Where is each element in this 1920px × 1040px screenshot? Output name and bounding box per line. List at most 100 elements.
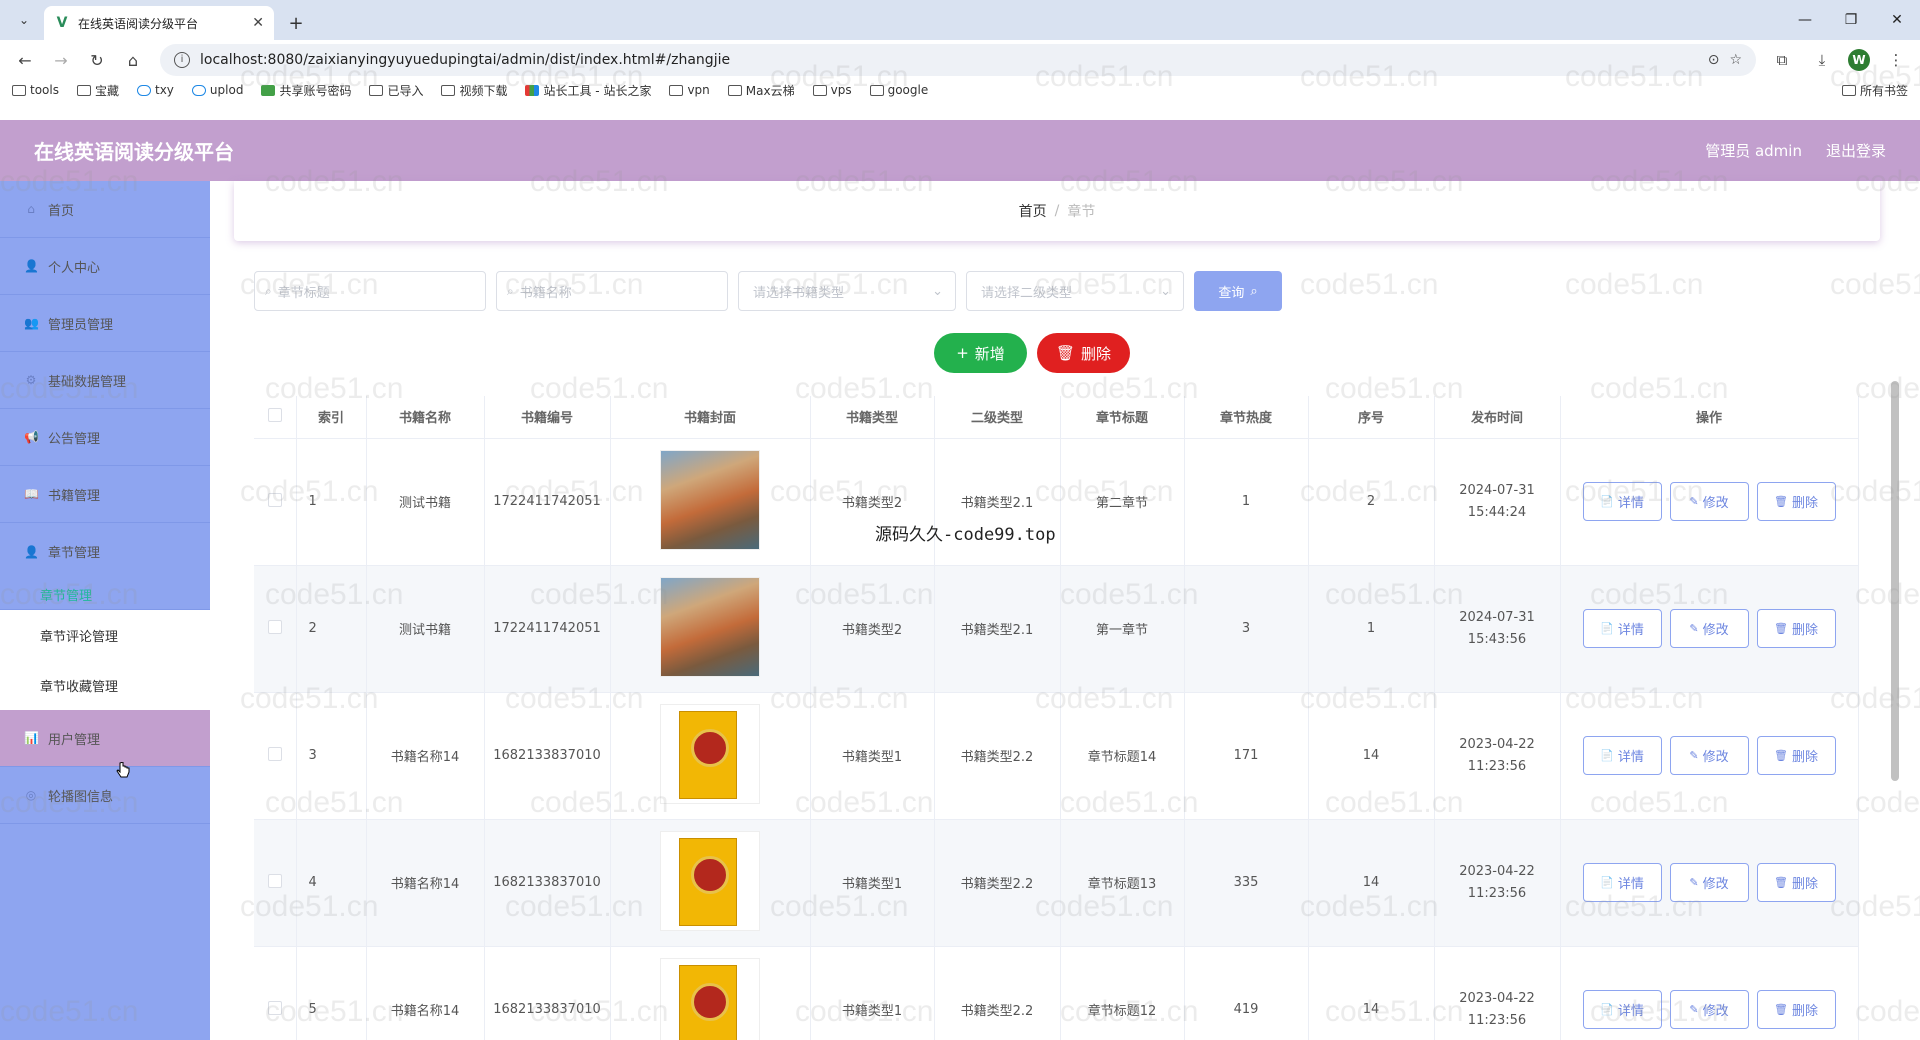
detail-button[interactable]: 📄 详情 [1582,863,1662,902]
book-name-search-input[interactable]: ⌕ 书籍名称 [496,271,728,311]
sidebar-subitem[interactable]: 章节评论管理 [0,610,210,660]
bookmark-item[interactable]: vpn [669,83,710,97]
table-row[interactable]: 4 书籍名称14 1682133837010 书籍类型1 书籍类型2.2 章节标题13 33… [254,819,1859,947]
bookmark-item[interactable]: 站长工具 - 站长之家 [525,82,651,99]
sidebar-item[interactable]: ⌂ 首页 [0,181,210,238]
book-type-select[interactable]: 请选择书籍类型 ⌄ [738,271,956,311]
screenshot-lens-icon[interactable]: ⊙ [1708,52,1720,68]
extensions-icon[interactable]: ⧉ [1768,46,1796,74]
edit-button[interactable]: ✎ 修改 [1669,736,1749,775]
back-icon[interactable]: ← [10,45,40,75]
bookmark-label: google [887,83,929,97]
sidebar-item[interactable]: 👤 个人中心 [0,238,210,295]
omnibox[interactable]: i localhost:8080/zaixianyingyuyuedupingt… [160,44,1756,76]
row-checkbox-cell[interactable] [254,946,297,1040]
close-window-icon[interactable]: ✕ [1874,0,1920,40]
minimize-icon[interactable]: — [1782,0,1828,40]
bookmark-item[interactable]: uplod [191,83,243,97]
cell-order: 2 [1308,438,1435,566]
edit-button[interactable]: ✎ 修改 [1669,482,1749,521]
home-icon[interactable]: ⌂ [118,45,148,75]
table-row[interactable]: 3 书籍名称14 1682133837010 书籍类型1 书籍类型2.2 章节标题14 17… [254,692,1859,820]
table-row[interactable]: 1 测试书籍 1722411742051 书籍类型2 书籍类型2.1 第二章节 1 2 2024… [254,438,1859,566]
url-text[interactable]: localhost:8080/zaixianyingyuyuedupingtai… [200,52,1698,68]
delete-button[interactable]: 🗑 删除 [1756,990,1836,1029]
detail-button[interactable]: 📄 详情 [1582,609,1662,648]
select-all-checkbox-cell[interactable] [254,396,297,439]
bookmark-star-icon[interactable]: ☆ [1729,52,1742,68]
delete-button[interactable]: 🗑 删除 [1756,482,1836,521]
edit-button[interactable]: ✎ 修改 [1669,990,1749,1029]
restore-icon[interactable]: ❐ [1828,0,1874,40]
row-checkbox[interactable] [267,1000,282,1015]
tab-search-dropdown-icon[interactable]: ⌄ [12,8,36,32]
row-checkbox-cell[interactable] [254,565,297,693]
delete-button[interactable]: 🗑 删除 [1756,863,1836,902]
detail-label: 详情 [1617,1004,1644,1019]
bookmark-item[interactable]: google [869,83,929,97]
edit-button[interactable]: ✎ 修改 [1669,863,1749,902]
edit-icon: ✎ [1689,622,1699,635]
row-checkbox[interactable] [267,873,282,888]
sidebar-subitem[interactable]: 章节收藏管理 [0,660,210,710]
bookmark-item[interactable]: 已导入 [369,82,423,99]
detail-button[interactable]: 📄 详情 [1582,482,1662,521]
select-all-checkbox[interactable] [267,407,282,422]
bookmark-item[interactable]: Max云梯 [727,82,795,99]
row-checkbox[interactable] [267,619,282,634]
detail-icon: 📄 [1600,622,1614,635]
sidebar-item[interactable]: ⚙ 基础数据管理 [0,352,210,409]
bookmark-item[interactable]: txy [137,83,174,97]
cloud-icon [137,84,151,96]
edit-button[interactable]: ✎ 修改 [1669,609,1749,648]
downloads-icon[interactable]: ⤓ [1808,46,1836,74]
delete-button[interactable]: 🗑 删除 [1756,736,1836,775]
row-checkbox-cell[interactable] [254,438,297,566]
all-bookmarks[interactable]: 所有书签 [1841,82,1908,99]
cell-time: 2023-04-22 11:23:56 [1434,819,1561,947]
sidebar-subitem-active[interactable]: 章节管理 [0,580,210,610]
bookmark-item[interactable]: 宝藏 [76,82,119,99]
table-row[interactable]: 2 测试书籍 1722411742051 书籍类型2 书籍类型2.1 第一章节 3 1 2024… [254,565,1859,693]
table-row[interactable]: 5 书籍名称14 1682133837010 书籍类型1 书籍类型2.2 章节标题12 41… [254,946,1859,1040]
profile-avatar[interactable]: W [1848,49,1870,71]
bookmark-item[interactable]: 共享账号密码 [261,82,351,99]
tab-close-icon[interactable]: ✕ [252,15,264,31]
detail-button[interactable]: 📄 详情 [1582,990,1662,1029]
query-button[interactable]: 查询 ⌕ [1194,271,1282,311]
column-header: 索引 [296,396,367,439]
browser-tab[interactable]: V 在线英语阅读分级平台 ✕ [44,6,274,40]
page-scrollbar[interactable] [1891,381,1899,781]
detail-button[interactable]: 📄 详情 [1582,736,1662,775]
sidebar-item[interactable]: 📢 公告管理 [0,409,210,466]
forward-icon[interactable]: → [46,45,76,75]
menu-kebab-icon[interactable]: ⋮ [1882,46,1910,74]
column-header: 操作 [1560,396,1859,439]
sidebar-item[interactable]: 📖 书籍管理 [0,466,210,523]
bookmark-item[interactable]: vps [812,83,852,97]
ops-cell: 📄 详情 ✎ 修改 🗑 删除 [1560,438,1859,566]
bookmark-item[interactable]: 视频下载 [441,82,507,99]
breadcrumb-home[interactable]: 首页 [1019,201,1047,221]
chapter-title-search-input[interactable]: ⌕ 章节标题 [254,271,486,311]
sidebar-item[interactable]: 👤 章节管理 [0,523,210,580]
logout-link[interactable]: 退出登录 [1826,140,1886,161]
site-info-icon[interactable]: i [174,52,190,68]
sidebar-item[interactable]: ◎ 轮播图信息 [0,767,210,824]
bookmark-item[interactable]: tools [12,83,59,97]
sub-type-select[interactable]: 请选择二级类型 ⌄ [966,271,1184,311]
row-checkbox-cell[interactable] [254,819,297,947]
row-checkbox[interactable] [267,492,282,507]
cell-time: 2023-04-22 11:23:56 [1434,946,1561,1040]
cell-sub: 书籍类型2.2 [934,692,1061,820]
delete-button[interactable]: 🗑 删除 [1756,609,1836,648]
row-checkbox[interactable] [267,746,282,761]
sidebar-item[interactable]: 👥 管理员管理 [0,295,210,352]
detail-label: 详情 [1617,623,1644,638]
add-button[interactable]: + 新增 [934,333,1027,373]
reload-icon[interactable]: ↻ [82,45,112,75]
sidebar-item[interactable]: 📊 用户管理 [0,710,210,767]
new-tab-button[interactable]: + [282,9,310,37]
batch-delete-button[interactable]: 🗑 删除 [1037,333,1130,373]
row-checkbox-cell[interactable] [254,692,297,820]
